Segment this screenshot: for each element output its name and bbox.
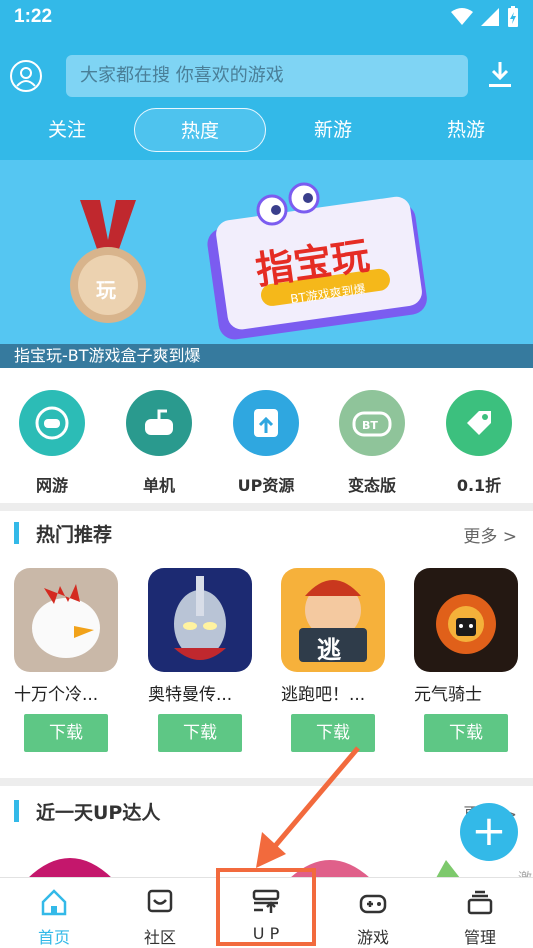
annotation-highlight-box [216, 868, 316, 946]
nav-label: 社区 [143, 928, 176, 947]
download-button[interactable]: 下载 [158, 714, 242, 752]
category-label: 0.1折 [456, 476, 502, 495]
hot-section-title: 热门推荐 [14, 520, 112, 547]
battery-icon [508, 6, 518, 27]
community-icon [147, 889, 173, 913]
status-bar: 1:22 [0, 0, 533, 38]
manage-icon [467, 890, 493, 915]
profile-avatar-icon[interactable] [10, 60, 42, 92]
game-card[interactable]: 奥特曼传... 下载 [148, 568, 254, 752]
upload-share-icon [233, 390, 299, 456]
category-online-games[interactable]: 网游 [12, 390, 92, 496]
category-bt-version[interactable]: BT 变态版 [332, 390, 412, 496]
nav-label: 首页 [37, 928, 70, 947]
signal-icon [481, 8, 499, 26]
status-time: 1:22 [14, 6, 53, 27]
tab-trending[interactable]: 热游 [426, 108, 506, 152]
game-icon-soul-knight [414, 568, 518, 672]
banner-caption: 指宝玩-BT游戏盒子爽到爆 [0, 344, 533, 368]
annotation-arrow [256, 746, 360, 868]
game-icon-ultraman [148, 568, 252, 672]
game-icon-escape: 逃 [281, 568, 385, 672]
medal-text: 玩 [96, 278, 116, 302]
game-name: 十万个冷... [14, 685, 99, 705]
category-single-player[interactable]: 单机 [119, 390, 199, 496]
nav-home[interactable]: 首页 [14, 888, 94, 948]
download-button[interactable]: 下载 [424, 714, 508, 752]
category-label: 变态版 [347, 476, 396, 495]
discount-tag-icon [446, 390, 512, 456]
section-divider [0, 503, 533, 511]
download-button[interactable]: 下载 [24, 714, 108, 752]
nav-community[interactable]: 社区 [120, 888, 200, 948]
nav-label: 游戏 [356, 928, 389, 947]
tab-follow[interactable]: 关注 [27, 108, 107, 152]
tab-new[interactable]: 新游 [293, 108, 373, 152]
game-icon-chicken [14, 568, 118, 672]
category-up-resources[interactable]: UP资源 [226, 390, 306, 496]
game-card[interactable]: 逃 逃跑吧！... 下载 [281, 568, 387, 752]
promo-banner[interactable]: 玩 指宝玩 BT游戏爽到爆 指宝玩-BT游戏盒子爽到爆 [0, 160, 533, 368]
game-card[interactable]: 元气骑士 下载 [414, 568, 520, 752]
gamepad-icon [19, 390, 85, 456]
category-label: UP资源 [237, 476, 295, 495]
up-section-title: 近一天UP达人 [14, 798, 160, 825]
download-icon[interactable] [486, 60, 514, 90]
bt-gamepad-icon: BT [339, 390, 405, 456]
tab-hot[interactable]: 热度 [134, 108, 266, 152]
search-input[interactable]: 大家都在搜 你喜欢的游戏 [66, 55, 468, 97]
app-header: 1:22 大家都在搜 你喜欢的游戏 关注 热度 新游 热游 [0, 0, 533, 160]
joystick-icon [126, 390, 192, 456]
game-icon-text: 逃 [317, 636, 341, 664]
hot-more-link[interactable]: 更多 > [463, 522, 517, 547]
game-controller-icon [359, 894, 387, 914]
nav-manage[interactable]: 管理 [440, 888, 520, 948]
category-discount[interactable]: 0.1折 [439, 390, 519, 496]
category-label: 网游 [35, 476, 68, 495]
tab-bar: 关注 热度 新游 热游 [0, 108, 533, 154]
category-row: 网游 单机 UP资源 BT 变态版 0.1折 [0, 380, 533, 500]
game-name: 逃跑吧！... [281, 685, 366, 705]
svg-text:BT: BT [362, 419, 378, 432]
nav-games[interactable]: 游戏 [333, 888, 413, 948]
nav-label: 管理 [463, 928, 496, 947]
wifi-icon [451, 8, 473, 25]
game-card[interactable]: 十万个冷... 下载 [14, 568, 120, 752]
game-name: 奥特曼传... [148, 685, 233, 705]
home-icon [41, 889, 67, 916]
game-name: 元气骑士 [414, 685, 482, 705]
category-label: 单机 [142, 476, 175, 495]
add-fab-button[interactable]: + [460, 803, 518, 861]
status-icons [451, 6, 519, 28]
